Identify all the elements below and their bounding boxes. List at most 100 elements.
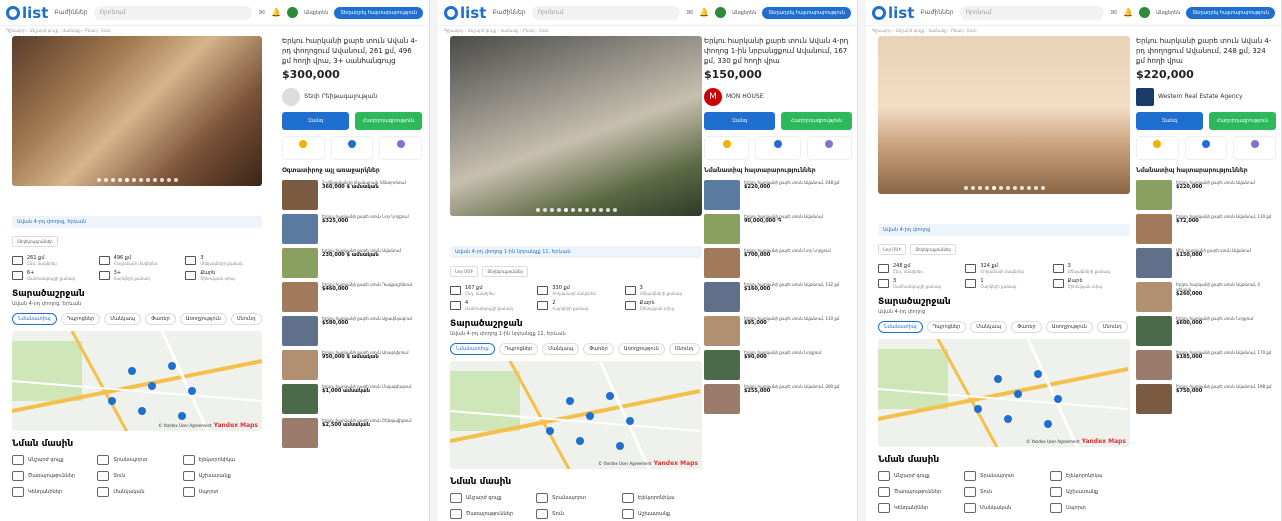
gallery-dot[interactable] <box>124 178 129 182</box>
map-tab[interactable]: Սնունդ <box>668 343 700 355</box>
map-tab[interactable]: Դպրոցներ <box>60 313 101 325</box>
map-marker[interactable] <box>1044 420 1052 428</box>
favorite-button[interactable] <box>1136 136 1179 160</box>
call-button[interactable]: Զանգ <box>282 112 349 130</box>
gallery-dot[interactable] <box>556 208 561 212</box>
avatar[interactable] <box>1139 7 1151 18</box>
share-button[interactable] <box>1184 136 1228 160</box>
language-select[interactable]: Անգլերեն <box>1156 10 1180 16</box>
gallery-dot[interactable] <box>1040 186 1045 190</box>
gallery-dot[interactable] <box>605 208 610 212</box>
category-item[interactable]: Աշխատանք <box>622 509 702 519</box>
category-item[interactable]: Մանկական <box>964 503 1044 513</box>
report-button[interactable] <box>379 136 423 160</box>
similar-item[interactable]: Երկու հարկանի քարե տուն Արաբկիրում 950,00… <box>282 350 422 380</box>
gallery-dot[interactable] <box>984 186 989 190</box>
gallery-dot[interactable] <box>117 178 122 182</box>
language-select[interactable]: Անգլերեն <box>732 10 756 16</box>
gallery-dot[interactable] <box>138 178 143 182</box>
favorite-button[interactable] <box>704 136 750 160</box>
category-item[interactable]: Սպորտ <box>1050 503 1130 513</box>
category-item[interactable]: Կենդանիներ <box>878 503 958 513</box>
avatar[interactable] <box>287 7 299 18</box>
map-marker[interactable] <box>178 412 186 420</box>
similar-item[interactable]: Երկու հարկանի քարե տուն Ավանում, 248 քմ $… <box>704 180 852 210</box>
share-button[interactable] <box>330 136 374 160</box>
logo[interactable]: list <box>6 4 48 22</box>
message-button[interactable]: Հաղորդագրություն <box>1209 112 1276 130</box>
post-ad-button[interactable]: Տեղադրել հայտարարություն <box>762 6 851 19</box>
map-tab[interactable]: Մանկապ <box>970 321 1008 333</box>
category-item[interactable]: Էլեկտրոնիկա <box>622 493 702 503</box>
similar-item[interactable]: Երկու հարկանի քարե տուն Ավանում, 4 սենյա… <box>1136 282 1276 312</box>
similar-item[interactable]: Երկու հարկանի քարե տուն Ավանում 90,000,00… <box>704 214 852 244</box>
map-tab[interactable]: Դպրոցներ <box>926 321 967 333</box>
address-bar[interactable]: Ավան 4-րդ փողոց 1-ին նրբանցք 11, Երևան <box>450 246 702 258</box>
category-item[interactable]: Ծառայություններ <box>12 471 91 481</box>
message-button[interactable]: Հաղորդագրություն <box>355 112 422 130</box>
similar-item[interactable]: Երկու հարկանի քարե տուն Աջափնյակում $580,… <box>282 316 422 346</box>
gallery-dot[interactable] <box>577 208 582 212</box>
gallery-dot[interactable] <box>1026 186 1031 190</box>
category-item[interactable]: Աշխատանք <box>1050 487 1130 497</box>
call-button[interactable]: Զանգ <box>704 112 775 130</box>
gallery-dot[interactable] <box>963 186 968 190</box>
gallery-dot[interactable] <box>998 186 1003 190</box>
category-item[interactable]: Անշարժ գույք <box>12 455 91 465</box>
gallery-dot[interactable] <box>131 178 136 182</box>
gallery-dot[interactable] <box>977 186 982 190</box>
gallery-dot[interactable] <box>152 178 157 182</box>
similar-item[interactable]: Երկու հարկանի քարե տուն Դավթաշենում $460,… <box>282 282 422 312</box>
gallery-dot[interactable] <box>96 178 101 182</box>
map[interactable]: © Yandex User Agreement Yandex Maps <box>878 339 1130 447</box>
map-tab[interactable]: Մանկապ <box>542 343 580 355</box>
similar-item[interactable]: Երկու հարկանի քարե տուն Ավանում $220,000 <box>1136 180 1276 210</box>
similar-item[interactable]: Երկու հարկանի քարե տուն Նորքում $90,000 <box>704 350 852 380</box>
message-icon[interactable]: ✉ <box>258 8 265 17</box>
similar-item[interactable]: Երկու հարկանի քարե տուն Ավանում, 300 քմ $… <box>704 384 852 414</box>
search-input[interactable]: Որոնում <box>93 5 253 20</box>
favorite-button[interactable] <box>282 136 325 160</box>
similar-item[interactable]: 2-սենյականոց բնակարան Կենտրոնում 360,000 … <box>282 180 422 210</box>
address-bar[interactable]: Ավան 4-րդ փողոց <box>878 224 1130 236</box>
search-input[interactable]: Որոնում <box>531 5 681 20</box>
category-item[interactable]: Տուն <box>97 471 176 481</box>
map-marker[interactable] <box>1004 415 1012 423</box>
category-item[interactable]: Անշարժ գույք <box>878 471 958 481</box>
map-marker[interactable] <box>974 405 982 413</box>
map[interactable]: © Yandex User Agreement Yandex Maps <box>12 331 262 431</box>
gallery-dot[interactable] <box>598 208 603 212</box>
gallery-dot[interactable] <box>110 178 115 182</box>
category-item[interactable]: Տրանսպորտ <box>97 455 176 465</box>
seller-card[interactable]: M MON HOUSE <box>704 88 852 106</box>
gallery-dot[interactable] <box>991 186 996 190</box>
bell-icon[interactable]: 🔔 <box>699 8 709 17</box>
map-marker[interactable] <box>546 427 554 435</box>
gallery-dot[interactable] <box>563 208 568 212</box>
map-tab[interactable]: Դպրոցներ <box>498 343 539 355</box>
bell-icon[interactable]: 🔔 <box>1123 8 1133 17</box>
gallery-dot[interactable] <box>103 178 108 182</box>
gallery-dot[interactable] <box>549 208 554 212</box>
gallery-dot[interactable] <box>1033 186 1038 190</box>
category-item[interactable]: Էլեկտրոնիկա <box>182 455 262 465</box>
map-tab[interactable]: Առողջություն <box>1045 321 1093 333</box>
map-marker[interactable] <box>616 442 624 450</box>
map-tab[interactable]: Փառեր <box>145 313 176 325</box>
gallery-dot[interactable] <box>584 208 589 212</box>
map-marker[interactable] <box>626 417 634 425</box>
map-tab[interactable]: Նմանատիպ <box>878 321 923 333</box>
map-marker[interactable] <box>576 437 584 445</box>
category-item[interactable]: Կենդանիներ <box>12 487 91 497</box>
message-icon[interactable]: ✉ <box>1110 8 1117 17</box>
category-item[interactable]: Մանկական <box>97 487 176 497</box>
gallery-dot[interactable] <box>542 208 547 212</box>
call-button[interactable]: Զանգ <box>1136 112 1203 130</box>
post-ad-button[interactable]: Տեղադրել հայտարարություն <box>334 6 423 19</box>
report-button[interactable] <box>806 136 852 160</box>
address-bar[interactable]: Ավան 4-րդ փողոց, Երևան <box>12 216 262 228</box>
report-button[interactable] <box>1233 136 1277 160</box>
similar-item[interactable]: Երկու հարկանի քարե տուն Ավանում, 110 քմ $… <box>1136 214 1276 244</box>
similar-item[interactable]: Երկու հարկանի քարե տուն Ավանում 230,000 $… <box>282 248 422 278</box>
map-marker[interactable] <box>1014 390 1022 398</box>
